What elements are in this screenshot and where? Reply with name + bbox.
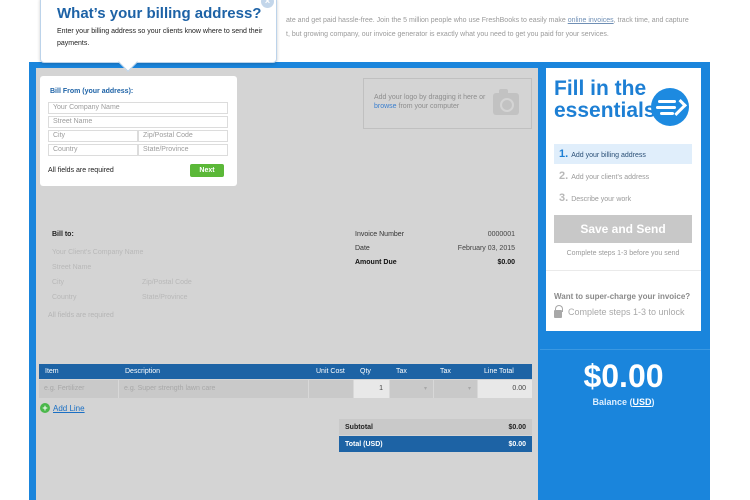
billing-address-callout: What’s your billing address? Enter your … [40,0,277,72]
invoice-number-label: Invoice Number [355,231,405,238]
header-line-total: Line Total [484,368,514,375]
subtotal-label: Subtotal [345,423,373,431]
plus-icon: + [40,403,50,413]
logo-dropzone[interactable]: Add your logo by dragging it here or bro… [363,78,532,129]
lock-icon [554,305,563,318]
header-item: Item [45,368,59,375]
unlock-note: Complete steps 1-3 to unlock [554,305,685,318]
next-button[interactable]: Next [190,164,224,177]
invoice-date-row: Date February 03, 2015 [355,245,515,259]
header-tax-2: Tax [440,368,451,375]
amount-due-row: Amount Due $0.00 [355,259,515,273]
header-description: Description [125,368,161,375]
client-zip-field[interactable]: Zip/Postal Code [142,279,192,286]
add-line-label: Add Line [53,403,85,413]
table-row: e.g. Fertilizer e.g. Super strength lawn… [39,380,532,398]
camera-icon [493,89,519,115]
total-row: Total (USD) $0.00 [339,436,532,452]
panel-title: Fill in the essentials [554,77,656,122]
item-input[interactable]: e.g. Fertilizer [39,380,119,398]
bill-from-title: Bill From (your address): [50,88,134,95]
essentials-panel: Fill in the essentials 1. Add your billin… [546,68,701,331]
items-table-header: Item Description Unit Cost Qty Tax Tax L… [39,364,532,379]
client-company-field[interactable]: Your Client's Company Name [52,249,143,256]
complete-steps-note: Complete steps 1-3 before you send [566,250,680,257]
tax-1-select[interactable]: ▾ [390,380,434,398]
currency-link[interactable]: USD [633,397,652,407]
country-field[interactable]: Country [48,144,138,156]
step-billing-address[interactable]: 1. Add your billing address [554,144,692,164]
browse-link[interactable]: browse [374,103,397,110]
qty-input[interactable]: 1 [354,380,390,398]
invoice-date-value[interactable]: February 03, 2015 [458,245,515,259]
super-charge-title: Want to super-charge your invoice? [554,292,691,301]
header-qty: Qty [360,368,371,375]
bill-from-required-note: All fields are required [48,167,114,174]
client-state-field[interactable]: State/Province [142,294,188,301]
line-total-value: 0.00 [478,380,532,398]
save-and-send-button[interactable]: Save and Send [554,215,692,243]
header-unit-cost: Unit Cost [316,368,345,375]
panel-divider [546,270,701,271]
panel-separator [540,349,710,350]
logo-instructions: Add your logo by dragging it here or bro… [374,94,486,110]
zip-field[interactable]: Zip/Postal Code [138,130,228,142]
invoice-date-label: Date [355,245,370,252]
city-field[interactable]: City [48,130,138,142]
amount-due-value: $0.00 [497,259,515,266]
description-input[interactable]: e.g. Super strength lawn care [119,380,309,398]
online-invoices-link[interactable]: online invoices [568,17,614,24]
state-field[interactable]: State/Province [138,144,228,156]
balance-label: Balance (USD) [592,397,655,407]
total-label: Total (USD) [345,440,383,448]
street-field[interactable]: Street Name [48,116,228,128]
send-icon [651,88,689,126]
amount-due-label: Amount Due [355,259,397,266]
invoice-number-value[interactable]: 0000001 [488,231,515,245]
step-describe-work[interactable]: 3. Describe your work [554,188,692,208]
total-value: $0.00 [508,440,526,448]
chevron-down-icon: ▾ [467,386,471,392]
tax-2-select[interactable]: ▾ [434,380,478,398]
client-street-field[interactable]: Street Name [52,264,91,271]
bill-to-required-note: All fields are required [48,312,114,319]
chevron-down-icon: ▾ [423,386,427,392]
invoice-meta: Invoice Number 0000001 Date February 03,… [355,231,515,273]
subtotal-row: Subtotal $0.00 [339,419,532,435]
header-tax-1: Tax [396,368,407,375]
bill-to-title: Bill to: [52,231,74,238]
client-country-field[interactable]: Country [52,294,77,301]
subtotal-value: $0.00 [508,423,526,431]
callout-body: Enter your billing address so your clien… [57,28,263,47]
balance-amount: $0.00 [583,358,664,394]
invoice-number-row: Invoice Number 0000001 [355,231,515,245]
step-client-address[interactable]: 2. Add your client's address [554,166,692,186]
unit-cost-input[interactable] [309,380,354,398]
add-line-button[interactable]: + Add Line [40,403,85,413]
client-city-field[interactable]: City [52,279,64,286]
company-name-field[interactable]: Your Company Name [48,102,228,114]
callout-title: What’s your billing address? [57,5,262,22]
